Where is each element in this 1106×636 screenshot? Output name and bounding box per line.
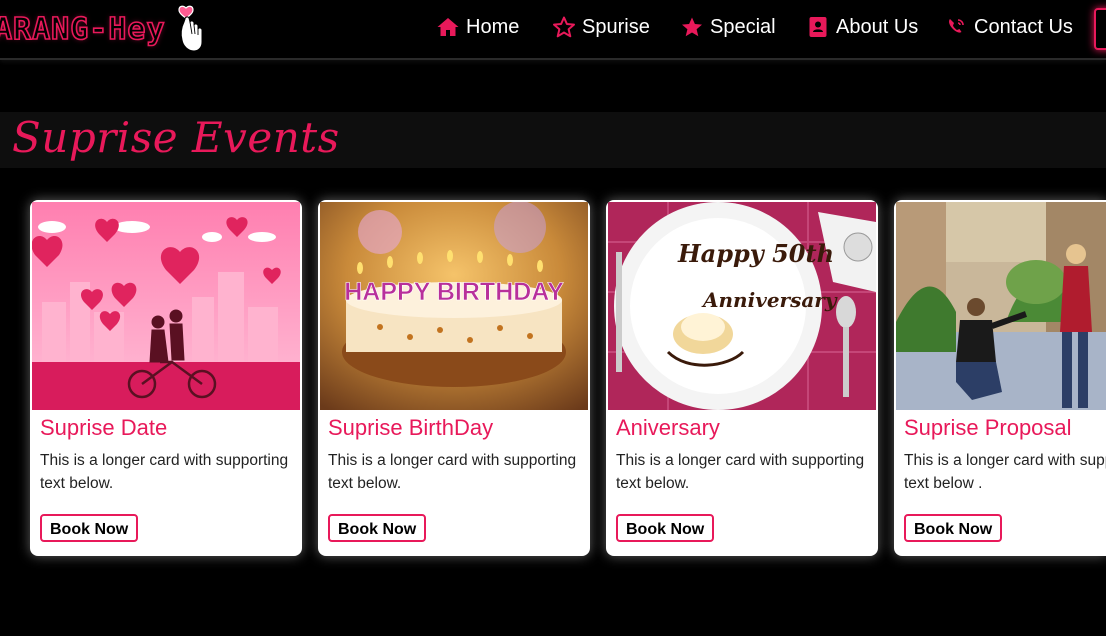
cake-candle-text: HAPPY BIRTHDAY: [344, 278, 564, 306]
card-title: Aniversary: [616, 415, 720, 440]
proposal-photo: [896, 202, 1106, 410]
card-text: This is a longer card with supporting te…: [904, 452, 1106, 492]
nav-action-button[interactable]: [1094, 8, 1106, 50]
card-title: Suprise Date: [40, 415, 168, 440]
nav-special-label: Special: [710, 15, 776, 38]
book-now-button[interactable]: Book Now: [40, 514, 139, 542]
plate-text-line-1: Happy 50th: [677, 239, 834, 268]
nav-home-label: Home: [466, 15, 520, 38]
birthday-cake-photo: HAPPY BIRTHDAY: [320, 202, 588, 410]
card-image-birthday: HAPPY BIRTHDAY: [320, 202, 588, 410]
card-image-date: [32, 202, 300, 410]
event-card-date: Suprise Date This is a longer card with …: [30, 200, 302, 556]
nav-spurise[interactable]: Spurise: [552, 12, 650, 42]
home-icon: [436, 15, 460, 39]
card-image-anniversary: Happy 50th Anniversary: [608, 202, 876, 410]
nav-spurise-label: Spurise: [582, 15, 650, 38]
event-card-proposal: Suprise Proposal This is a longer card w…: [894, 200, 1106, 556]
nav-contact[interactable]: Contact Us: [944, 12, 1073, 42]
nav-contact-label: Contact Us: [974, 15, 1073, 38]
phone-icon: [944, 15, 968, 39]
brand-name: ARANG-Hey: [0, 11, 166, 48]
card-title: Suprise Proposal: [904, 415, 1072, 440]
star-filled-icon: [680, 15, 704, 39]
nav-about[interactable]: About Us: [806, 12, 918, 42]
card-image-proposal: [896, 202, 1106, 410]
book-now-button[interactable]: Book Now: [904, 514, 1003, 542]
book-now-button[interactable]: Book Now: [328, 514, 427, 542]
event-card-birthday: HAPPY BIRTHDAY Suprise BirthDay This is …: [318, 200, 590, 556]
anniversary-plate-photo: Happy 50th Anniversary: [608, 202, 876, 410]
star-outline-icon: [552, 15, 576, 39]
finger-heart-icon: [177, 5, 203, 52]
navbar: ARANG-Hey Home Spurise Special About Us …: [0, 0, 1106, 60]
brand[interactable]: ARANG-Hey: [0, 2, 206, 56]
card-title: Suprise BirthDay: [328, 415, 494, 440]
book-now-button[interactable]: Book Now: [616, 514, 715, 542]
nav-special[interactable]: Special: [680, 12, 776, 42]
romantic-date-illustration: [32, 202, 300, 410]
card-text: This is a longer card with supporting te…: [328, 452, 577, 492]
section-title: Suprise Events: [12, 113, 340, 162]
card-text: This is a longer card with supporting te…: [40, 452, 289, 492]
card-text: This is a longer card with supporting te…: [616, 452, 865, 492]
plate-text-line-2: Anniversary: [701, 288, 838, 312]
nav-home[interactable]: Home: [436, 12, 519, 42]
nav-about-label: About Us: [836, 15, 919, 38]
contact-book-icon: [806, 15, 830, 39]
event-card-anniversary: Happy 50th Anniversary Aniversary This i…: [606, 200, 878, 556]
